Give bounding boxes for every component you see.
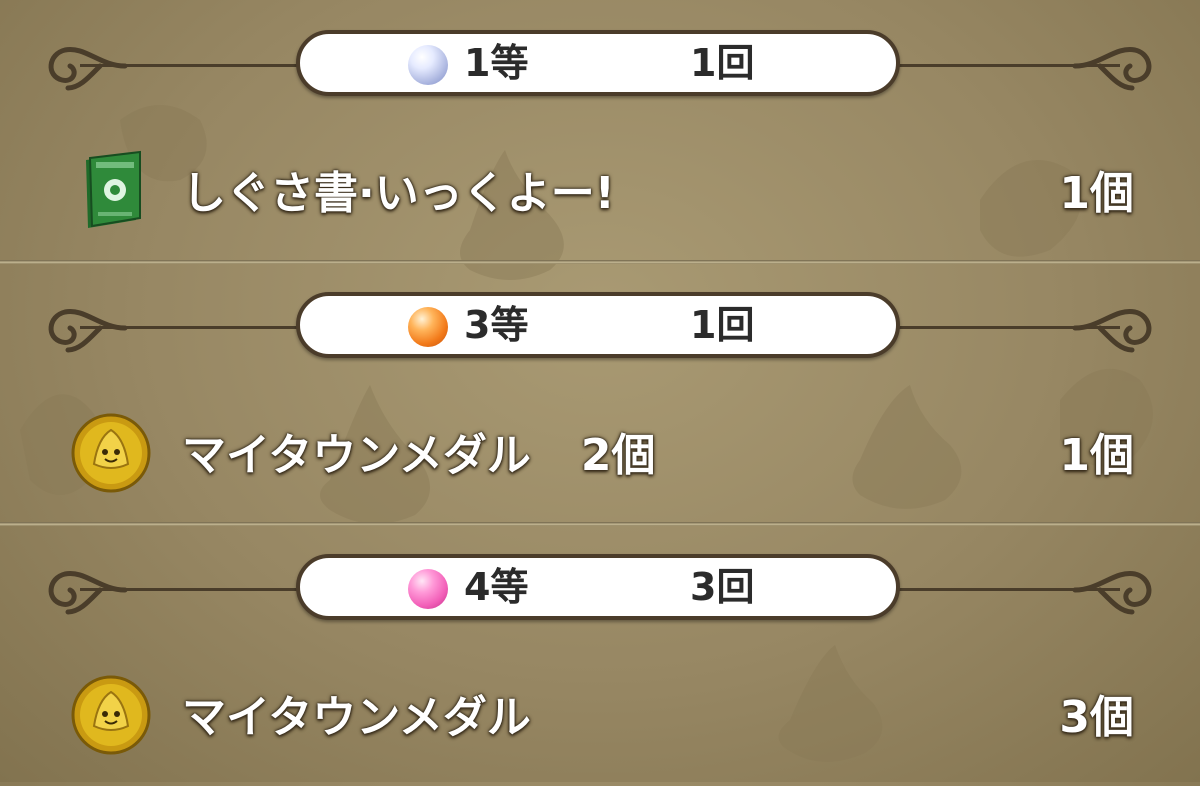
pink-orb-icon: [408, 569, 448, 609]
gold-medal-icon: [71, 675, 151, 755]
prize-section-1: 1等 1回 しぐさ書·いっくよー! 1個: [0, 0, 1200, 262]
prize-item-name: しぐさ書·いっくよー!: [182, 168, 615, 220]
prize-rank: 3等: [464, 303, 529, 347]
draw-count: 1回: [690, 303, 755, 347]
scroll-ornament-right-icon: [1072, 47, 1152, 91]
prize-section-2: 3等 1回 マイタウンメダル 2個 1個: [0, 262, 1200, 524]
prize-section-3: 4等 3回 マイタウンメダル 3個: [0, 524, 1200, 786]
silver-orb-icon: [408, 45, 448, 85]
item-bundle-quantity: 2個: [580, 430, 656, 481]
prize-item-name: マイタウンメダル 2個: [182, 430, 656, 482]
prize-item-quantity: 3個: [1059, 692, 1134, 743]
prize-rank-header: 4等 3回: [296, 554, 900, 620]
prize-item-quantity: 1個: [1059, 430, 1134, 481]
prize-item-quantity: 1個: [1059, 168, 1134, 219]
scroll-ornament-left-icon: [48, 571, 128, 615]
scroll-ornament-left-icon: [48, 309, 128, 353]
item-name-text: マイタウンメダル: [182, 430, 531, 481]
prize-item-name: マイタウンメダル: [182, 692, 531, 744]
prize-rank: 1等: [464, 41, 529, 85]
prize-rank-header: 3等 1回: [296, 292, 900, 358]
green-book-icon: [86, 150, 141, 228]
scroll-ornament-right-icon: [1072, 571, 1152, 615]
prize-rank: 4等: [464, 565, 529, 609]
item-name-text: マイタウンメダル: [182, 692, 531, 743]
scroll-ornament-right-icon: [1072, 309, 1152, 353]
orange-orb-icon: [408, 307, 448, 347]
prize-rank-header: 1等 1回: [296, 30, 900, 96]
draw-count: 3回: [690, 565, 755, 609]
item-name-text: しぐさ書·いっくよー!: [182, 168, 615, 219]
scroll-ornament-left-icon: [48, 47, 128, 91]
draw-count: 1回: [690, 41, 755, 85]
gold-medal-icon: [71, 413, 151, 493]
